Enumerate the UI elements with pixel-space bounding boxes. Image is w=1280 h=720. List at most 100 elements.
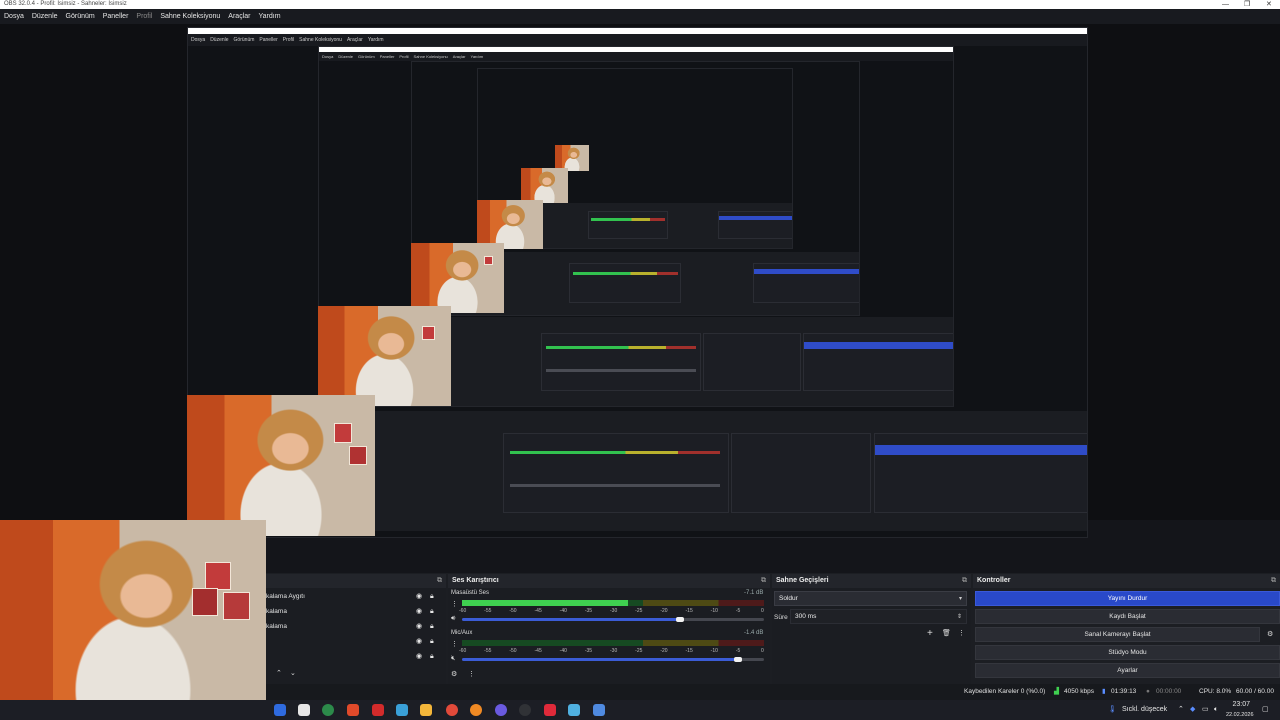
volume-slider-handle[interactable] bbox=[676, 617, 684, 622]
app-icon[interactable] bbox=[372, 704, 384, 716]
brave-icon[interactable] bbox=[347, 704, 359, 716]
nested-mixer-3 bbox=[569, 263, 681, 303]
meter-tick-label: -20 bbox=[660, 648, 668, 654]
meter-tick-label: -30 bbox=[610, 648, 618, 654]
window-title: OBS 32.0.4 - Profil: İsimsiz - Sahneler:… bbox=[4, 1, 127, 7]
menu-profil[interactable]: Profil bbox=[136, 13, 152, 20]
menu-araclar[interactable]: Araçlar bbox=[228, 13, 250, 20]
settings-button[interactable]: Ayarlar bbox=[975, 663, 1280, 678]
files-icon[interactable] bbox=[298, 704, 310, 716]
meter-tick-label: -50 bbox=[509, 608, 517, 614]
lock-icon[interactable]: 🔒︎ bbox=[430, 619, 434, 634]
mixer-menu-icon[interactable]: ⋮ bbox=[468, 670, 475, 678]
eye-icon[interactable]: ◉ bbox=[416, 634, 422, 649]
app-icon[interactable] bbox=[544, 704, 556, 716]
bluetooth-icon[interactable]: ◆ bbox=[1190, 700, 1195, 720]
network-icon[interactable]: ▭ bbox=[1202, 700, 1209, 720]
add-icon[interactable]: + bbox=[927, 628, 933, 639]
app-icon[interactable] bbox=[495, 704, 507, 716]
meter-tick-label: -30 bbox=[610, 608, 618, 614]
meter-tick-label: -15 bbox=[685, 648, 693, 654]
app-icon[interactable] bbox=[396, 704, 408, 716]
menu-duzenle[interactable]: Düzenle bbox=[32, 13, 58, 20]
meter-tick-label: -25 bbox=[635, 608, 643, 614]
panel-float-icon[interactable]: ⧉ bbox=[1271, 574, 1276, 588]
eye-icon[interactable]: ◉ bbox=[416, 604, 422, 619]
mixer-settings-icon[interactable]: ⚙ bbox=[451, 670, 457, 678]
duration-field[interactable]: 300 ms ⇕ bbox=[790, 609, 967, 624]
chrome-icon[interactable] bbox=[446, 704, 458, 716]
lock-icon[interactable]: 🔒︎ bbox=[430, 589, 434, 604]
close-icon[interactable]: ✕ bbox=[1266, 0, 1272, 9]
source-row[interactable]: kalama ◉ 🔒︎ bbox=[266, 604, 438, 619]
lock-icon[interactable]: 🔒︎ bbox=[430, 604, 434, 619]
app-icon[interactable] bbox=[322, 704, 334, 716]
record-time: 00:00:00 bbox=[1156, 688, 1182, 695]
maximize-icon[interactable]: ❐ bbox=[1244, 0, 1250, 9]
panel-float-icon[interactable]: ⧉ bbox=[437, 574, 442, 588]
volume-slider-fill[interactable] bbox=[462, 658, 738, 661]
menu-sahne-koleksiyonu[interactable]: Sahne Koleksiyonu bbox=[160, 13, 220, 20]
meter-tick-label: -10 bbox=[710, 608, 718, 614]
menu-yardim[interactable]: Yardım bbox=[258, 13, 280, 20]
stop-stream-button[interactable]: Yayını Durdur bbox=[975, 591, 1280, 606]
panel-float-icon[interactable]: ⧉ bbox=[962, 574, 967, 588]
lock-icon[interactable]: 🔒︎ bbox=[430, 649, 434, 664]
meter-tick-label: -40 bbox=[559, 648, 567, 654]
speaker-icon[interactable]: 🔊︎ bbox=[451, 615, 455, 623]
source-row[interactable]: ◉ 🔒︎ bbox=[266, 649, 438, 664]
mixer-title: Ses Karıştırıcı bbox=[452, 577, 499, 584]
app-icon[interactable] bbox=[568, 704, 580, 716]
mixer-panel-header: Ses Karıştırıcı ⧉ bbox=[448, 574, 770, 588]
source-row[interactable]: kalama Aygıtı ◉ 🔒︎ bbox=[266, 589, 438, 604]
volume-slider-handle[interactable] bbox=[734, 657, 742, 662]
gear-icon[interactable]: ⚙ bbox=[1267, 630, 1273, 638]
stepper-icon[interactable]: ⇕ bbox=[957, 610, 962, 624]
mic-muted-icon[interactable]: 🔇︎ bbox=[451, 655, 455, 663]
transition-select[interactable]: Soldur ▾ bbox=[774, 591, 967, 606]
panel-float-icon[interactable]: ⧉ bbox=[761, 574, 766, 588]
studio-mode-button[interactable]: Stüdyo Modu bbox=[975, 645, 1280, 660]
webcam-overlay bbox=[0, 520, 266, 720]
app-icon[interactable] bbox=[593, 704, 605, 716]
volume-slider-track[interactable] bbox=[682, 618, 764, 621]
volume-icon[interactable]: 🔈︎ bbox=[1214, 700, 1218, 720]
start-record-button[interactable]: Kaydı Başlat bbox=[975, 609, 1280, 624]
app-icon[interactable] bbox=[274, 704, 286, 716]
start-virtualcam-button[interactable]: Sanal Kamerayı Başlat bbox=[975, 627, 1260, 642]
source-row[interactable]: ◉ 🔒︎ bbox=[266, 634, 438, 649]
meter-tick-label: -45 bbox=[534, 608, 542, 614]
mixer-channel-name: Mic/Aux bbox=[451, 630, 473, 636]
move-up-icon[interactable]: ⌃ bbox=[276, 669, 282, 677]
firefox-icon[interactable] bbox=[470, 704, 482, 716]
menu-dosya[interactable]: Dosya bbox=[4, 13, 24, 20]
transitions-panel: Soldur ▾ Süre 300 ms ⇕ + 🗑︎ ⋮ bbox=[772, 588, 971, 684]
obs-icon[interactable] bbox=[519, 704, 531, 716]
webcam-capture-2 bbox=[187, 395, 375, 536]
channel-menu-icon[interactable]: ⋮ bbox=[451, 640, 458, 648]
meter-tick-label: -40 bbox=[559, 608, 567, 614]
clock[interactable]: 23:07 22.02.2026 bbox=[1226, 700, 1254, 720]
move-down-icon[interactable]: ⌄ bbox=[290, 669, 296, 677]
webcam-capture-5 bbox=[477, 200, 543, 249]
tray-arrow-icon[interactable]: ⌃ bbox=[1178, 700, 1184, 720]
source-row[interactable]: kalama ◉ 🔒︎ bbox=[266, 619, 438, 634]
transition-menu-icon[interactable]: ⋮ bbox=[958, 629, 965, 637]
notification-icon[interactable]: ▢ bbox=[1262, 700, 1269, 720]
eye-icon[interactable]: ◉ bbox=[416, 619, 422, 634]
minimize-icon[interactable]: — bbox=[1222, 0, 1229, 9]
channel-menu-icon[interactable]: ⋮ bbox=[451, 600, 458, 608]
trash-icon[interactable]: 🗑︎ bbox=[942, 629, 951, 637]
meter-tick-label: -5 bbox=[735, 608, 741, 614]
volume-slider-fill[interactable] bbox=[462, 618, 682, 621]
meter-tick-label: -55 bbox=[484, 608, 492, 614]
menu-gorunum[interactable]: Görünüm bbox=[66, 13, 95, 20]
folder-icon[interactable] bbox=[420, 704, 432, 716]
record-icon: ● bbox=[1146, 688, 1150, 695]
weather-text[interactable]: Sıckl. düşecek bbox=[1122, 700, 1167, 720]
status-bar: Kaybedilen Kareler 0 (%0.0) ▟ 4050 kbps … bbox=[266, 684, 1280, 711]
eye-icon[interactable]: ◉ bbox=[416, 649, 422, 664]
lock-icon[interactable]: 🔒︎ bbox=[430, 634, 434, 649]
menu-paneller[interactable]: Paneller bbox=[103, 13, 129, 20]
eye-icon[interactable]: ◉ bbox=[416, 589, 422, 604]
